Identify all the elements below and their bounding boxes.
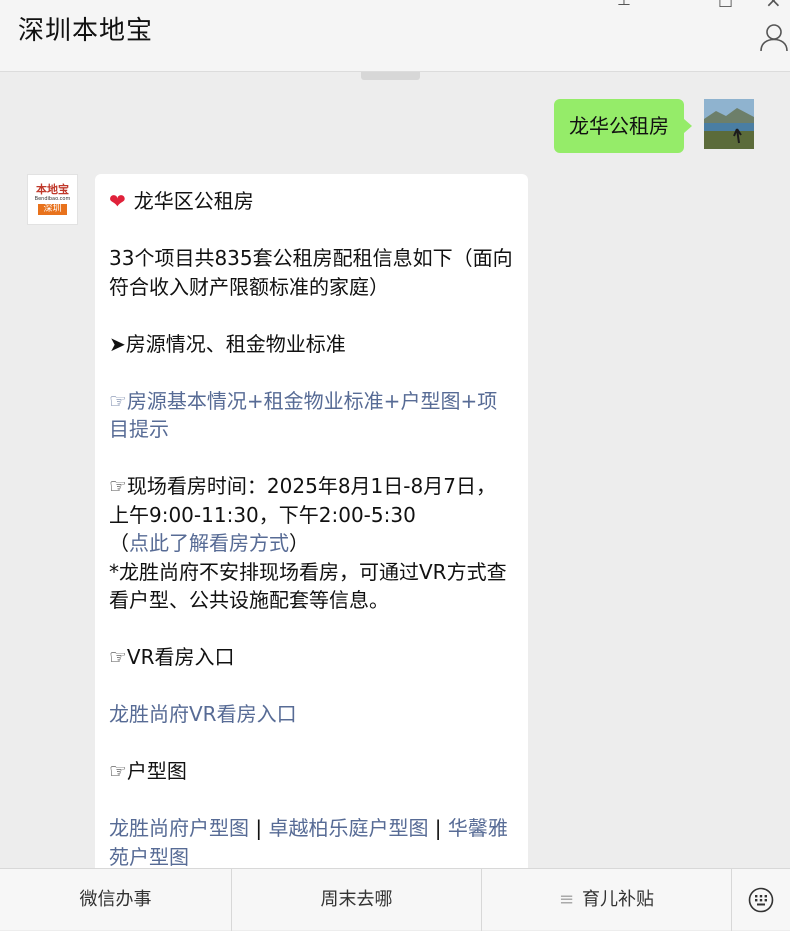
keyboard-toggle-button[interactable]: [732, 869, 790, 931]
floorplan-link-zhuoyue[interactable]: 卓越柏乐庭户型图: [268, 816, 428, 840]
submenu-icon: ≡: [558, 889, 575, 910]
user-message-bubble[interactable]: 龙华公租房: [554, 99, 692, 153]
close-icon[interactable]: ×: [765, 0, 782, 12]
avatar-text-city: 深圳: [38, 204, 67, 215]
heading-text: 龙华区公租房: [133, 189, 254, 213]
paren-open: （: [109, 531, 129, 555]
menu-item-weekend[interactable]: 周末去哪: [232, 869, 482, 931]
message-heading: ❤ 龙华区公租房: [109, 187, 514, 216]
viewing-method-link[interactable]: 点此了解看房方式: [129, 531, 289, 555]
basic-info-link[interactable]: ☞房源基本情况+租金物业标准+户型图+项目提示: [109, 387, 514, 444]
viewing-method-line: （点此了解看房方式）: [109, 529, 514, 558]
scroll-handle[interactable]: [361, 72, 420, 80]
separator: |: [249, 816, 269, 840]
avatar-text-site: Bendibao.com: [34, 196, 71, 202]
heart-icon: ❤: [109, 189, 126, 213]
vr-title: ☞VR看房入口: [109, 645, 235, 669]
floorplan-links: 龙胜尚府户型图 | 卓越柏乐庭户型图 | 华馨雅苑户型图: [109, 814, 514, 871]
menu-item-childcare-subsidy[interactable]: ≡ 育儿补贴: [482, 869, 732, 931]
chat-header: 深圳本地宝 ⊥ □ ×: [0, 0, 790, 72]
user-avatar[interactable]: [704, 99, 754, 149]
maximize-icon[interactable]: □: [718, 0, 733, 9]
vr-link[interactable]: 龙胜尚府VR看房入口: [109, 700, 514, 729]
bot-avatar[interactable]: 本地宝 Bendibao.com 深圳: [27, 174, 78, 225]
vr-note-text: *龙胜尚府不安排现场看房，可通过VR方式查看户型、公共设施配套等信息。: [109, 559, 507, 613]
paren-close: ）: [289, 531, 309, 555]
menu-item-wechat-services[interactable]: 微信办事: [0, 869, 232, 931]
floorplan-title: ☞户型图: [109, 759, 187, 783]
floorplan-link-longsheng[interactable]: 龙胜尚府户型图: [109, 816, 249, 840]
menu-label: 微信办事: [79, 889, 152, 910]
user-message-text: 龙华公租房: [569, 114, 669, 138]
viewing-time-text: ☞现场看房时间：2025年8月1日-8月7日，上午9:00-11:30，下午2:…: [109, 474, 496, 527]
profile-icon[interactable]: [759, 22, 789, 52]
chat-title: 深圳本地宝: [18, 16, 154, 46]
pin-icon[interactable]: ⊥: [617, 0, 631, 9]
separator: |: [428, 816, 448, 840]
intro-text: 33个项目共835套公租房配租信息如下（面向符合收入财产限额标准的家庭）: [109, 246, 513, 299]
keyboard-icon: [748, 887, 774, 913]
section-title: ➤房源情况、租金物业标准: [109, 331, 346, 356]
menu-label: 育儿补贴: [582, 889, 655, 910]
landscape-photo-icon: [704, 99, 754, 149]
bottom-menu-bar: 微信办事 周末去哪 ≡ 育儿补贴: [0, 868, 790, 931]
avatar-text-brand: 本地宝: [36, 183, 69, 196]
bot-message-bubble: ❤ 龙华区公租房 33个项目共835套公租房配租信息如下（面向符合收入财产限额标准…: [95, 174, 528, 874]
menu-label: 周末去哪: [320, 889, 393, 910]
